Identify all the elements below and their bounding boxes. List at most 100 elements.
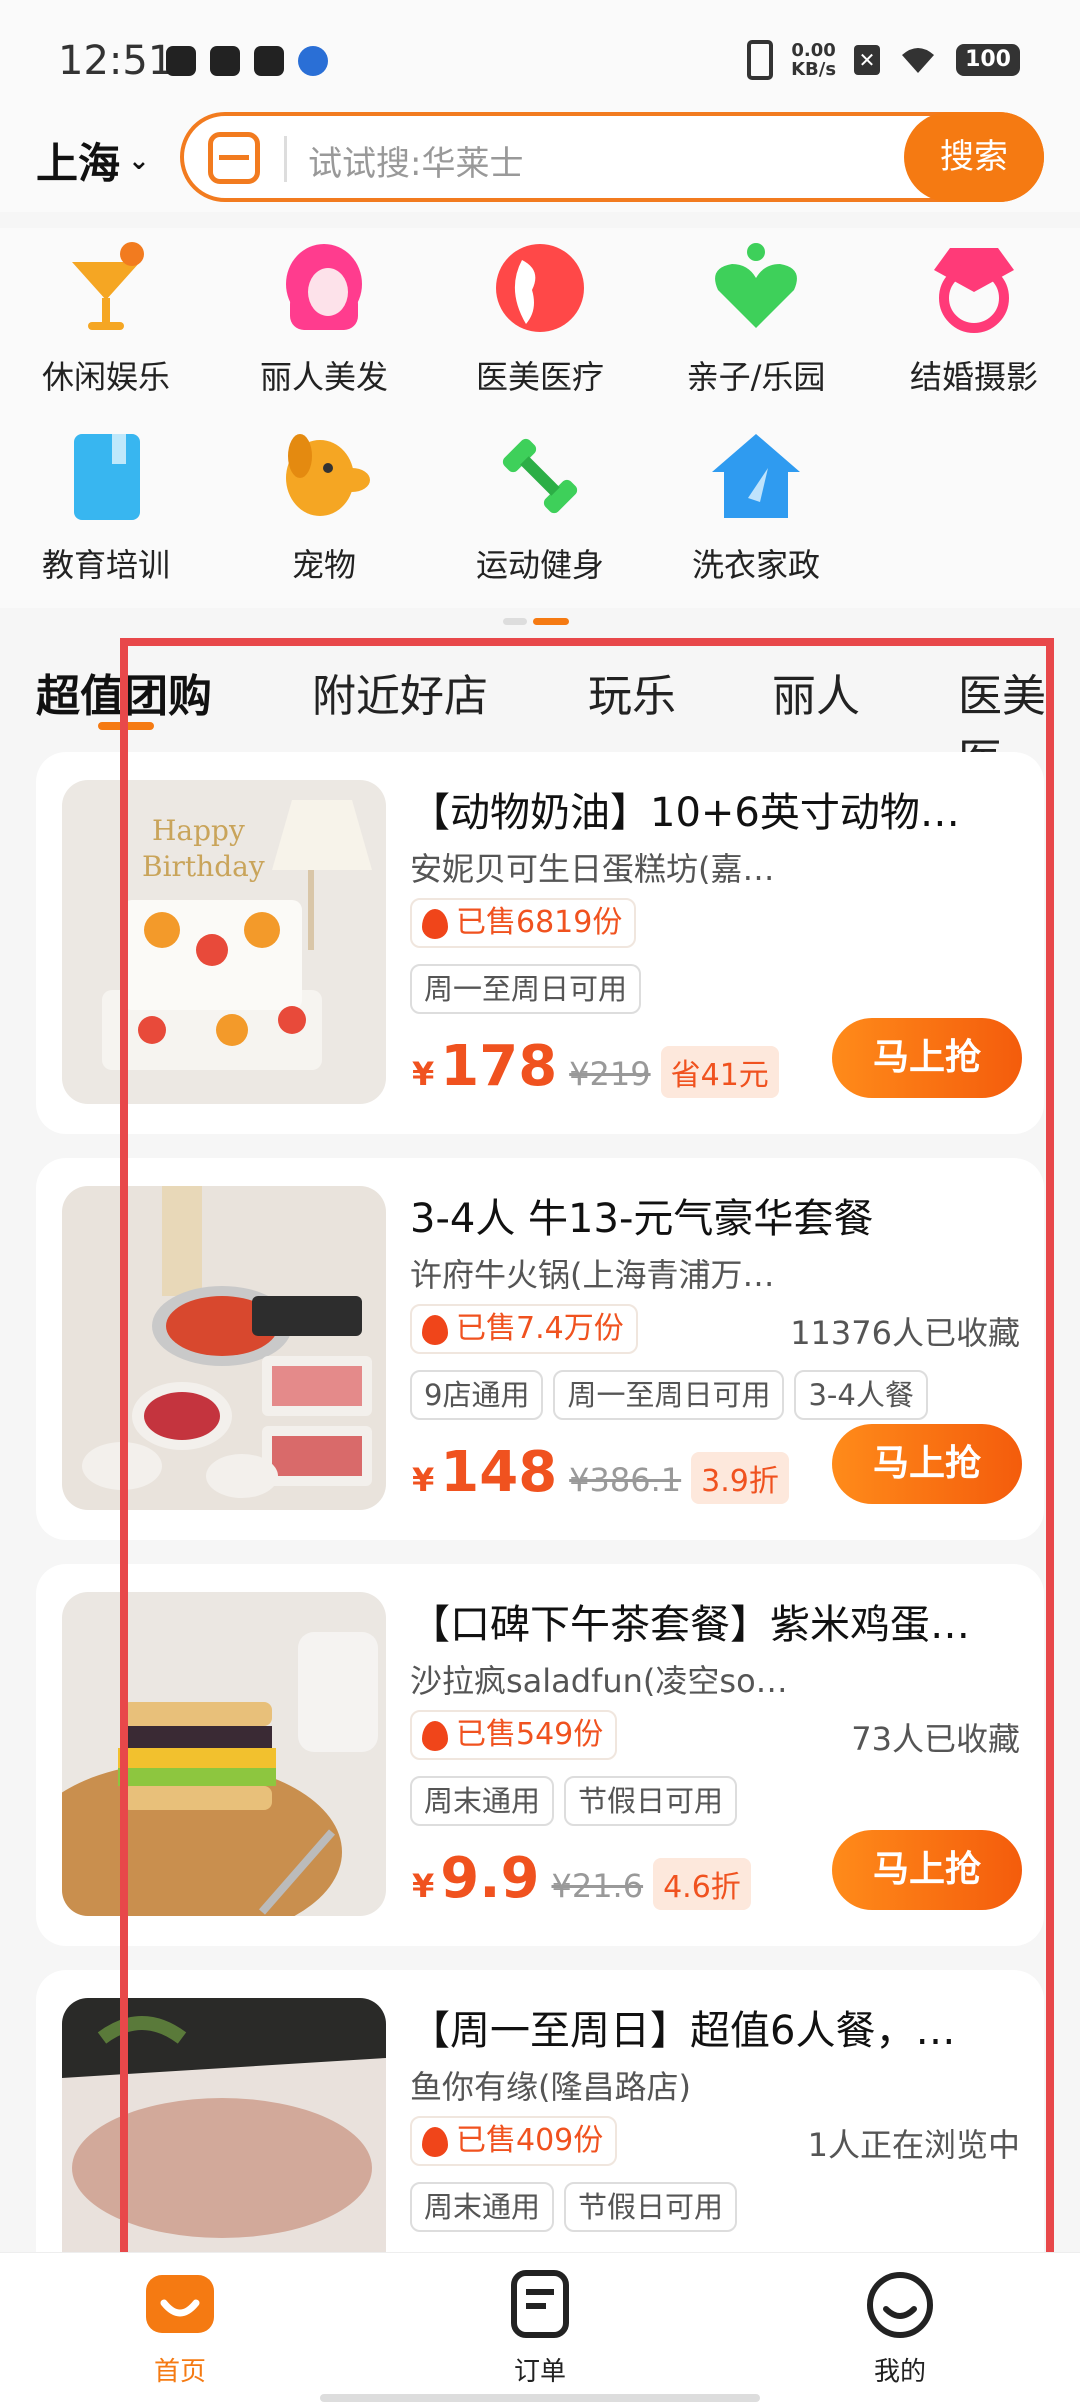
deal-shop: 安妮贝可生日蛋糕坊(嘉… <box>410 850 775 888</box>
deal-title: 【动物奶油】10+6英寸动物… <box>410 790 960 836</box>
fire-icon <box>422 1721 448 1751</box>
city-label: 上海 <box>36 139 121 188</box>
tab-entertainment[interactable]: 玩乐 <box>588 660 676 724</box>
hair-icon <box>286 244 362 330</box>
tab-value-deals[interactable]: 超值团购 <box>36 660 212 724</box>
dumbbell-icon <box>502 438 578 514</box>
vibrate-icon <box>747 40 774 80</box>
deal-title: 3-4人 牛13-元气豪华套餐 <box>410 1196 874 1242</box>
page-dot-active <box>533 618 569 625</box>
tab-indicator <box>98 722 154 730</box>
favorites-count: 73人已收藏 <box>851 1720 1020 1758</box>
sold-badge: 已售7.4万份 <box>410 1304 638 1354</box>
tab-nearby-shops[interactable]: 附近好店 <box>312 660 488 724</box>
top-header: 上海 ⌄ 试试搜:华莱士 搜索 <box>0 112 1080 212</box>
search-input[interactable]: 试试搜:华莱士 <box>308 136 523 185</box>
nav-home[interactable]: 首页 <box>80 2269 280 2388</box>
category-medical[interactable]: 医美医疗 <box>440 240 640 398</box>
search-bar[interactable]: 试试搜:华莱士 搜索 <box>180 112 1044 202</box>
deal-card[interactable]: Happy Birthday 【动物奶油】10+6英寸动物… 安妮贝可生日蛋糕坊… <box>36 752 1044 1134</box>
deal-tag: 节假日可用 <box>564 1776 738 1826</box>
status-bar: 12:51 0.00 KB/s ✕ 100 <box>0 0 1080 120</box>
category-leisure[interactable]: 休闲娱乐 <box>6 240 206 398</box>
deal-image-sandwich <box>62 1592 386 1916</box>
deal-shop: 沙拉疯saladfun(凌空so… <box>410 1662 788 1700</box>
buy-now-button[interactable]: 马上抢 <box>832 1830 1022 1910</box>
cocktail-icon <box>72 242 144 330</box>
ring-icon <box>934 248 1014 333</box>
fire-icon <box>422 2127 448 2157</box>
svg-text:Birthday: Birthday <box>142 850 265 883</box>
bottom-nav: 首页 订单 我的 <box>0 2252 1080 2408</box>
category-education[interactable]: 教育培训 <box>6 428 206 586</box>
deal-price: ¥ 148 ¥386.1 3.9折 <box>412 1440 789 1505</box>
category-grid: 休闲娱乐 丽人美发 医美医疗 亲子/乐园 结婚摄影 教育培训 宠物 运动健身 洗… <box>0 228 1080 608</box>
home-icon <box>146 2275 214 2333</box>
page-indicator <box>503 618 569 625</box>
sold-badge: 已售409份 <box>410 2116 618 2166</box>
app-badge-icon <box>298 46 328 76</box>
page-dot <box>503 618 527 625</box>
deal-shop: 许府牛火锅(上海青浦万… <box>410 1256 775 1294</box>
category-beauty-hair[interactable]: 丽人美发 <box>224 240 424 398</box>
deal-tag: 周末通用 <box>410 1776 555 1826</box>
deal-card[interactable]: 【口碑下午茶套餐】紫米鸡蛋… 沙拉疯saladfun(凌空so… 已售549份 … <box>36 1564 1044 1946</box>
deal-tag: 3-4人餐 <box>794 1370 928 1420</box>
discount-badge: 省41元 <box>660 1046 779 1098</box>
deal-title: 【周一至周日】超值6人餐，… <box>410 2008 956 2054</box>
category-wedding-photo[interactable]: 结婚摄影 <box>874 240 1074 398</box>
deal-title: 【口碑下午茶套餐】紫米鸡蛋… <box>410 1602 970 1648</box>
tab-beauty[interactable]: 丽人 <box>772 660 860 724</box>
search-button[interactable]: 搜索 <box>904 112 1044 202</box>
house-icon <box>712 434 800 518</box>
deal-shop: 鱼你有缘(隆昌路店) <box>410 2068 691 2106</box>
city-selector[interactable]: 上海 ⌄ <box>36 130 150 191</box>
deal-tag: 节假日可用 <box>564 2182 738 2232</box>
chevron-down-icon: ⌄ <box>128 145 150 176</box>
tab-bar: 超值团购 附近好店 玩乐 丽人 医美医 <box>0 650 1080 786</box>
favorites-count: 11376人已收藏 <box>790 1314 1020 1352</box>
deal-tag: 周一至周日可用 <box>410 964 642 1014</box>
fire-icon <box>422 909 448 939</box>
app-icon <box>210 46 240 76</box>
deal-image-hotpot <box>62 1186 386 1510</box>
order-icon <box>511 2270 569 2338</box>
category-pet[interactable]: 宠物 <box>224 428 424 586</box>
browsing-count: 1人正在浏览中 <box>807 2126 1020 2164</box>
sold-badge: 已售549份 <box>410 1710 618 1760</box>
face-icon <box>496 244 584 332</box>
category-family-park[interactable]: 亲子/乐园 <box>656 240 856 398</box>
deal-card[interactable]: 3-4人 牛13-元气豪华套餐 许府牛火锅(上海青浦万… 已售7.4万份 113… <box>36 1158 1044 1540</box>
dog-icon <box>286 434 370 516</box>
wifi-icon <box>902 48 935 73</box>
category-fitness[interactable]: 运动健身 <box>440 428 640 586</box>
battery-icon: 100 <box>956 44 1020 76</box>
discount-badge: 3.9折 <box>691 1452 789 1504</box>
sim-off-icon: ✕ <box>854 45 881 75</box>
heart-icon <box>715 243 797 328</box>
svg-text:Happy: Happy <box>152 814 245 847</box>
category-laundry-housekeeping[interactable]: 洗衣家政 <box>656 428 856 586</box>
nav-orders[interactable]: 订单 <box>440 2269 640 2388</box>
book-icon <box>74 434 140 520</box>
status-time: 12:51 <box>58 38 174 84</box>
search-divider <box>284 136 287 182</box>
deal-tags: 周末通用 节假日可用 <box>410 1776 738 1826</box>
buy-now-button[interactable]: 马上抢 <box>832 1018 1022 1098</box>
message-icon <box>254 46 284 76</box>
sold-badge: 已售6819份 <box>410 898 637 948</box>
deal-price: ¥ 9.9 ¥21.6 4.6折 <box>412 1846 751 1911</box>
profile-icon <box>867 2272 933 2338</box>
deal-tags: 周末通用 节假日可用 <box>410 2182 738 2232</box>
deal-tag: 周一至周日可用 <box>553 1370 785 1420</box>
scan-icon[interactable] <box>208 132 260 184</box>
deal-image-cake: Happy Birthday <box>62 780 386 1104</box>
tiktok-icon <box>166 46 196 76</box>
buy-now-button[interactable]: 马上抢 <box>832 1424 1022 1504</box>
deal-tags: 周一至周日可用 <box>410 964 642 1014</box>
nav-profile[interactable]: 我的 <box>800 2269 1000 2388</box>
home-indicator <box>320 2394 760 2402</box>
deal-price: ¥ 178 ¥219 省41元 <box>412 1034 779 1099</box>
deal-tags: 9店通用 周一至周日可用 3-4人餐 <box>410 1370 928 1420</box>
discount-badge: 4.6折 <box>653 1858 751 1910</box>
